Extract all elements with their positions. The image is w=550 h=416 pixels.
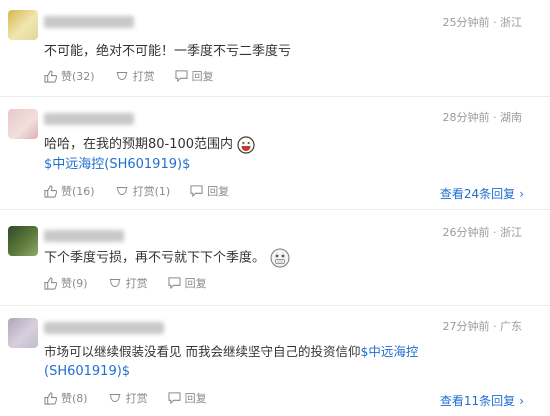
comment-time: 27分钟前 [442, 320, 490, 333]
comment-text-line: 下个季度亏损，再不亏就下下个季度。 [44, 248, 291, 269]
reward-button[interactable]: 打赏(1) [115, 183, 171, 199]
reward-button[interactable]: 打赏 [115, 68, 155, 84]
reply-button[interactable]: 回复 [168, 275, 207, 291]
grimacing-face-icon [270, 248, 290, 268]
reply-label: 回复 [191, 70, 214, 83]
comment-actions: 赞(32) 打赏 回复 [44, 67, 234, 85]
username-blurred[interactable] [44, 113, 134, 125]
reply-icon [168, 392, 181, 404]
reply-button[interactable]: 回复 [168, 390, 207, 406]
avatar[interactable] [8, 10, 38, 40]
comment-actions: 赞(16) 打赏(1) 回复 [44, 182, 249, 200]
meta-separator: · [493, 320, 497, 333]
reply-label: 回复 [184, 277, 207, 290]
divider [0, 96, 550, 97]
like-button[interactable]: 赞(16) [44, 183, 95, 199]
comment-location: 浙江 [500, 226, 522, 239]
thumbs-up-icon [44, 276, 57, 290]
reply-label: 回复 [207, 185, 230, 198]
like-button[interactable]: 赞(8) [44, 390, 88, 406]
comment-meta: 26分钟前 · 浙江 [443, 224, 523, 240]
like-count: 赞(9) [61, 277, 88, 290]
divider [0, 305, 550, 306]
reply-icon [175, 70, 188, 82]
stock-link[interactable]: $中远海控 [360, 344, 418, 359]
comment-actions: 赞(9) 打赏 回复 [44, 274, 227, 292]
like-button[interactable]: 赞(32) [44, 68, 95, 84]
chevron-right-icon: › [519, 187, 524, 201]
comment-meta: 28分钟前 · 湖南 [443, 109, 523, 125]
reply-icon [168, 277, 181, 289]
comment-time: 25分钟前 [442, 16, 490, 29]
comment-text-line: 哈哈，在我的预期80-100范围内 [44, 135, 255, 155]
like-count: 赞(16) [61, 185, 95, 198]
chevron-right-icon: › [519, 394, 524, 408]
username-blurred[interactable] [44, 16, 134, 28]
avatar[interactable] [8, 318, 38, 348]
reward-icon [109, 279, 120, 287]
reply-button[interactable]: 回复 [190, 183, 229, 199]
comment-text-line: 市场可以继续假装没看见 而我会继续坚守自己的投资信仰$中远海控 [44, 342, 418, 362]
thumbs-up-icon [44, 184, 57, 198]
reward-button[interactable]: 打赏 [108, 390, 148, 406]
view-replies-link[interactable]: 查看24条回复 › [440, 185, 524, 202]
comment-text: 下个季度亏损，再不亏就下下个季度。 [44, 250, 266, 266]
like-count: 赞(8) [61, 392, 88, 405]
meta-separator: · [493, 16, 497, 29]
divider [0, 209, 550, 210]
view-replies-link[interactable]: 查看11条回复 › [440, 392, 524, 409]
comment-location: 湖南 [500, 111, 522, 124]
meta-separator: · [493, 226, 497, 239]
comment-text: 不可能，绝对不可能！一季度不亏二季度亏 [44, 44, 292, 59]
reward-label: 打赏(1) [132, 185, 171, 198]
comment-text: 哈哈，在我的预期80-100范围内 [44, 137, 234, 152]
comment-actions: 赞(8) 打赏 回复 [44, 389, 227, 407]
comment-location: 广东 [500, 320, 522, 333]
like-count: 赞(32) [61, 70, 95, 83]
reward-label: 打赏 [132, 70, 155, 83]
comment-time: 28分钟前 [442, 111, 490, 124]
thumbs-up-icon [44, 69, 57, 83]
reply-label: 回复 [184, 392, 207, 405]
comment-meta: 27分钟前 · 广东 [443, 318, 523, 334]
view-replies-label: 查看24条回复 [439, 187, 516, 201]
meta-separator: · [493, 111, 497, 124]
view-replies-label: 查看11条回复 [439, 394, 516, 408]
reward-icon [109, 394, 120, 402]
reward-icon [116, 72, 127, 80]
reward-label: 打赏 [125, 277, 148, 290]
thumbs-up-icon [44, 391, 57, 405]
comment-location: 浙江 [500, 16, 522, 29]
reward-icon [116, 187, 127, 195]
avatar[interactable] [8, 109, 38, 139]
comment-meta: 25分钟前 · 浙江 [443, 14, 523, 30]
stock-link-continued[interactable]: (SH601919)$ [44, 362, 130, 382]
laughing-face-icon [237, 135, 255, 154]
reward-button[interactable]: 打赏 [108, 275, 148, 291]
stock-link[interactable]: $中远海控(SH601919)$ [44, 155, 190, 175]
username-blurred[interactable] [44, 322, 164, 334]
comment-time: 26分钟前 [442, 226, 490, 239]
reward-label: 打赏 [125, 392, 148, 405]
comment-text: 市场可以继续假装没看见 而我会继续坚守自己的投资信仰 [44, 344, 361, 359]
username-blurred[interactable] [44, 230, 124, 242]
avatar[interactable] [8, 226, 38, 256]
reply-icon [190, 185, 203, 197]
reply-button[interactable]: 回复 [175, 68, 214, 84]
like-button[interactable]: 赞(9) [44, 275, 88, 291]
